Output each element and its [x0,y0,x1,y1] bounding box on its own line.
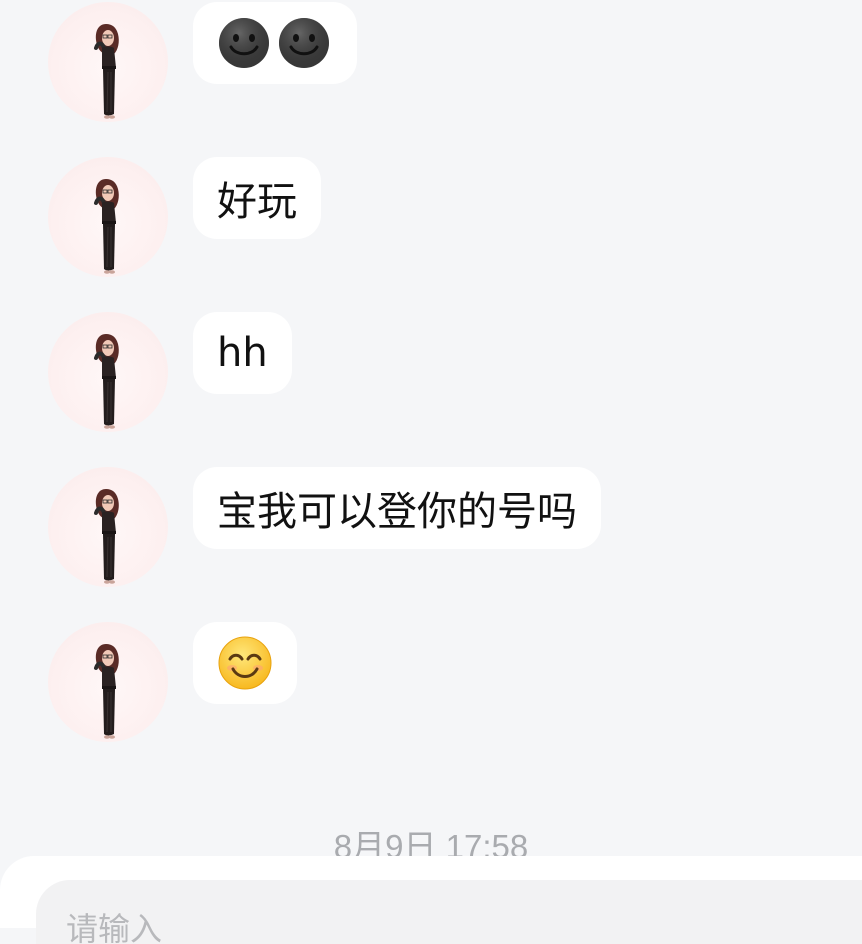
message-row: hh [0,310,862,450]
message-row: 宝我可以登你的号吗 [0,465,862,605]
message-row [0,620,862,760]
message-text: hh [217,330,268,376]
message-bubble[interactable] [193,622,297,704]
avatar[interactable] [48,157,168,277]
message-input-container [36,880,862,944]
avatar[interactable] [48,467,168,587]
message-bubble[interactable]: 好玩 [193,157,321,239]
message-row: 好玩 [0,155,862,295]
message-text: 宝我可以登你的号吗 [217,489,577,535]
dark-smiley-face-icon [277,16,331,70]
message-bubble[interactable]: hh [193,312,292,394]
avatar[interactable] [48,2,168,122]
composer-panel [0,856,862,944]
avatar[interactable] [48,622,168,742]
emoji-group [217,16,331,70]
message-row [0,0,862,140]
avatar[interactable] [48,312,168,432]
message-text: 好玩 [217,179,297,225]
message-input[interactable] [36,880,862,944]
dark-smiley-face-icon [217,16,271,70]
message-bubble[interactable]: 宝我可以登你的号吗 [193,467,601,549]
smiling-face-icon [218,636,272,690]
message-bubble[interactable] [193,2,357,84]
